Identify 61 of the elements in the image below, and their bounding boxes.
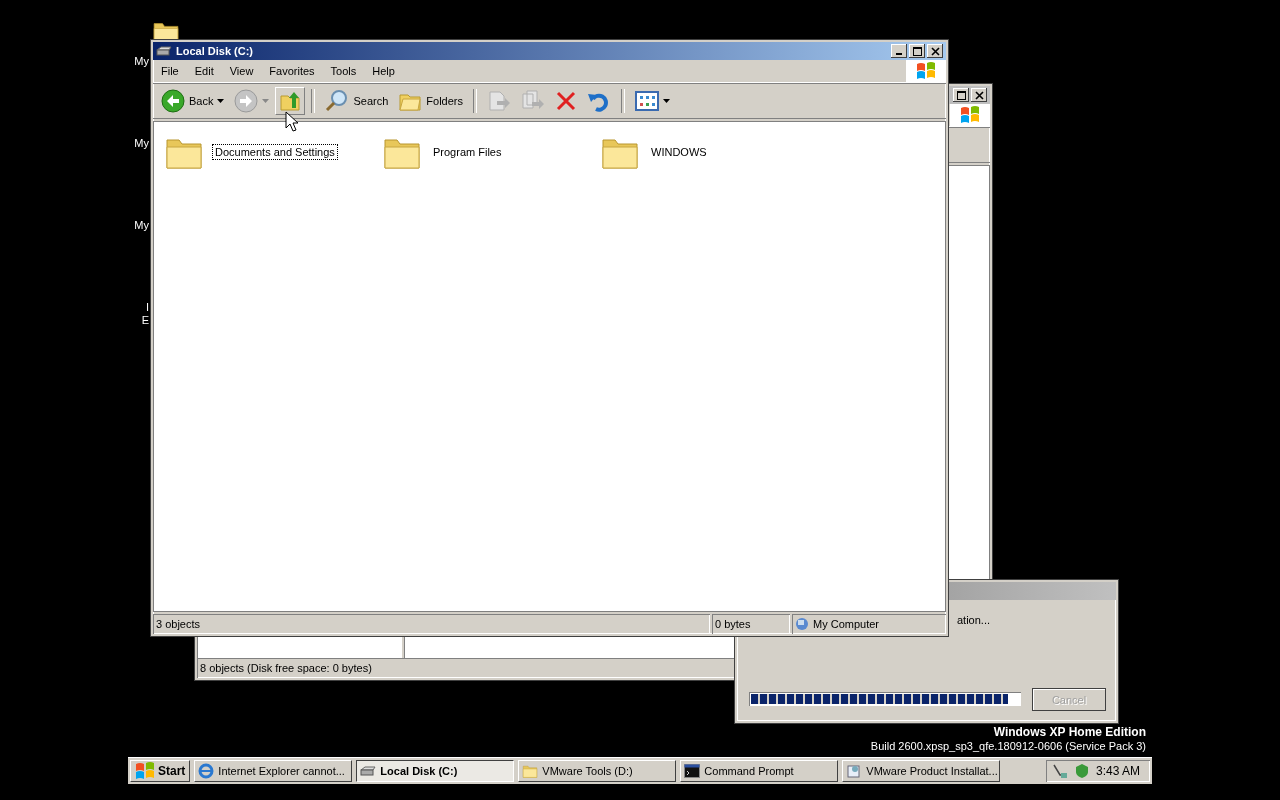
menu-item[interactable]: View xyxy=(221,65,262,77)
text-field[interactable] xyxy=(404,636,734,658)
back-button[interactable]: Back xyxy=(157,86,229,116)
minimize-button[interactable] xyxy=(891,44,907,58)
desktop-icon-label: I xyxy=(145,301,149,313)
folder-icon xyxy=(522,763,539,779)
desktop-icon-label: E xyxy=(141,314,149,326)
folders-button[interactable]: Folders xyxy=(394,87,467,115)
status-count: 3 objects xyxy=(153,614,710,634)
move-to-icon xyxy=(487,89,511,113)
caret-icon xyxy=(217,99,225,103)
status-size: 0 bytes xyxy=(712,614,790,634)
folder-name[interactable]: Program Files xyxy=(430,144,505,160)
search-button[interactable]: Search xyxy=(321,86,393,116)
start-button[interactable]: Start xyxy=(130,760,191,782)
taskbar-button[interactable]: Command Prompt xyxy=(680,760,839,782)
taskbar-button[interactable]: VMware Product Installat... xyxy=(842,760,1001,782)
up-button[interactable] xyxy=(275,87,306,115)
status-zone: My Computer xyxy=(813,618,880,630)
folder-up-icon xyxy=(279,90,302,112)
windows-logo-icon xyxy=(135,762,155,780)
maximize-icon xyxy=(956,90,966,100)
folder-name[interactable]: WINDOWS xyxy=(648,144,710,160)
taskbar-button[interactable]: Internet Explorer cannot... xyxy=(194,760,353,782)
taskbar-button[interactable]: VMware Tools (D:) xyxy=(518,760,677,782)
folder-name[interactable]: Documents and Settings xyxy=(212,144,338,160)
taskbar-button[interactable]: Local Disk (C:) xyxy=(356,760,515,782)
windows-logo-icon xyxy=(960,106,980,124)
shield-icon xyxy=(1073,763,1090,779)
text-field[interactable] xyxy=(197,636,402,658)
network-icon xyxy=(1051,763,1068,779)
drive-icon xyxy=(360,765,377,777)
minimize-icon xyxy=(896,53,902,55)
windows-logo-icon xyxy=(916,62,936,80)
menu-item[interactable]: Edit xyxy=(186,65,222,77)
maximize-icon xyxy=(912,46,922,56)
progress-message: ation... xyxy=(957,614,991,626)
installer-icon xyxy=(846,763,863,779)
views-icon xyxy=(635,91,659,111)
caret-icon xyxy=(663,99,670,103)
delete-icon xyxy=(555,90,577,112)
menu-item[interactable]: File xyxy=(153,65,187,77)
menu-item[interactable]: Help xyxy=(364,65,403,77)
desktop-icon-label: My xyxy=(134,219,149,231)
caret-icon xyxy=(262,99,270,103)
desktop-icon-label: My xyxy=(134,55,149,67)
search-icon xyxy=(325,89,350,113)
os-build: Build 2600.xpsp_sp3_qfe.180912-0606 (Service Pack 3) xyxy=(870,740,1146,752)
menu-item[interactable]: Favorites xyxy=(261,65,323,77)
drive-icon xyxy=(156,45,172,57)
clock: 3:43 AM xyxy=(1095,764,1140,778)
os-edition: Windows XP Home Edition xyxy=(993,725,1146,739)
menu-item[interactable]: Tools xyxy=(322,65,365,77)
maximize-button[interactable] xyxy=(909,44,925,58)
window-title: Local Disk (C:) xyxy=(176,45,254,57)
browser-icon xyxy=(198,763,215,779)
desktop-icon-label: My xyxy=(134,137,149,149)
console-icon xyxy=(684,764,701,778)
close-icon xyxy=(974,90,984,100)
close-button[interactable] xyxy=(927,44,943,58)
close-icon xyxy=(930,46,940,56)
